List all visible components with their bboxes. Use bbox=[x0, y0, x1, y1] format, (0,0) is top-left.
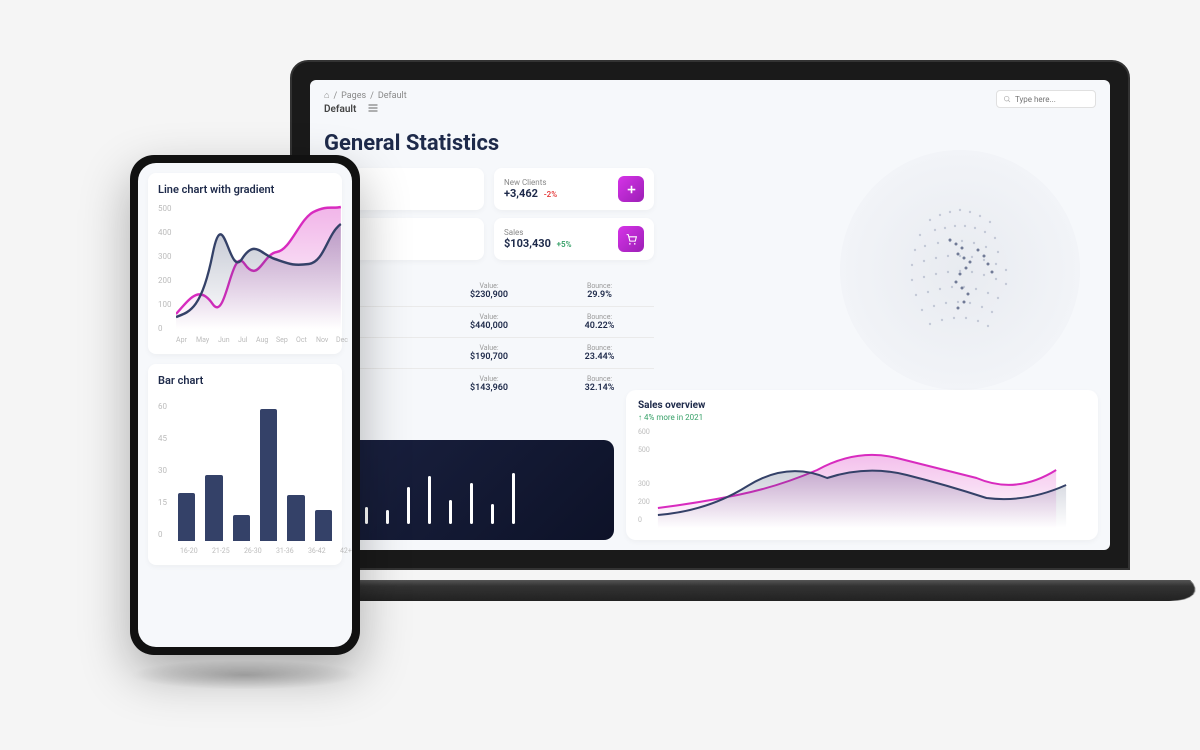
stat-value: $103,430 +5% bbox=[504, 237, 610, 250]
sales-title: Sales overview bbox=[638, 400, 1086, 411]
stats-table: Sales:2500 Value:$230,900 Bounce:29.9% S… bbox=[324, 276, 654, 399]
laptop-mockup: ⌂ / Pages / Default Default General Stat… bbox=[290, 60, 1130, 620]
stat-sales[interactable]: Sales $103,430 +5% bbox=[494, 218, 654, 260]
table-row[interactable]: Sales:562 Value:$143,960 Bounce:32.14% bbox=[324, 368, 654, 399]
stat-value: +3,462 -2% bbox=[504, 187, 610, 200]
page-subtitle: Default bbox=[324, 102, 1096, 117]
search-field[interactable] bbox=[1015, 95, 1085, 104]
phone-mockup: Line chart with gradient 500 400 300 200… bbox=[130, 155, 360, 655]
laptop-frame: ⌂ / Pages / Default Default General Stat… bbox=[290, 60, 1130, 570]
table-row[interactable]: Sales:1.400 Value:$190,700 Bounce:23.44% bbox=[324, 337, 654, 368]
phone-shadow bbox=[130, 660, 360, 690]
line-chart-gradient: 500 400 300 200 100 0 Apr May bbox=[158, 204, 332, 344]
dark-bars-chart[interactable] bbox=[324, 440, 614, 540]
stat-label: New Clients bbox=[504, 178, 610, 187]
search-icon bbox=[1003, 95, 1011, 103]
line-chart-card[interactable]: Line chart with gradient 500 400 300 200… bbox=[148, 173, 342, 354]
bar-chart-card[interactable]: Bar chart 60 45 30 15 0 16-20 21-25 26-3… bbox=[148, 364, 342, 565]
dashboard-app: ⌂ / Pages / Default Default General Stat… bbox=[310, 80, 1110, 550]
stat-label: Sales bbox=[504, 228, 610, 237]
search-input[interactable] bbox=[996, 90, 1096, 108]
sales-area-chart: 600 500 300 200 0 bbox=[638, 428, 1086, 528]
add-icon bbox=[618, 176, 644, 202]
bar-chart-title: Bar chart bbox=[158, 374, 332, 387]
home-icon: ⌂ bbox=[324, 90, 329, 101]
table-row[interactable]: Sales:2500 Value:$230,900 Bounce:29.9% bbox=[324, 276, 654, 306]
phone-app: Line chart with gradient 500 400 300 200… bbox=[138, 163, 352, 647]
stat-new-clients[interactable]: New Clients +3,462 -2% bbox=[494, 168, 654, 210]
sales-overview-card[interactable]: Sales overview 4% more in 2021 600 500 3… bbox=[626, 390, 1098, 540]
breadcrumb-pages[interactable]: Pages bbox=[341, 91, 366, 101]
bar-chart: 60 45 30 15 0 16-20 21-25 26-30 31-36 36… bbox=[158, 395, 332, 555]
line-chart-title: Line chart with gradient bbox=[158, 183, 332, 196]
breadcrumb[interactable]: ⌂ / Pages / Default bbox=[324, 90, 1096, 101]
table-row[interactable]: Sales:3.900 Value:$440,000 Bounce:40.22% bbox=[324, 306, 654, 337]
menu-icon[interactable] bbox=[367, 102, 379, 117]
cart-icon bbox=[618, 226, 644, 252]
breadcrumb-current: Default bbox=[378, 91, 407, 101]
sales-subtitle: 4% more in 2021 bbox=[638, 413, 1086, 422]
globe-visualization[interactable] bbox=[830, 140, 1090, 400]
